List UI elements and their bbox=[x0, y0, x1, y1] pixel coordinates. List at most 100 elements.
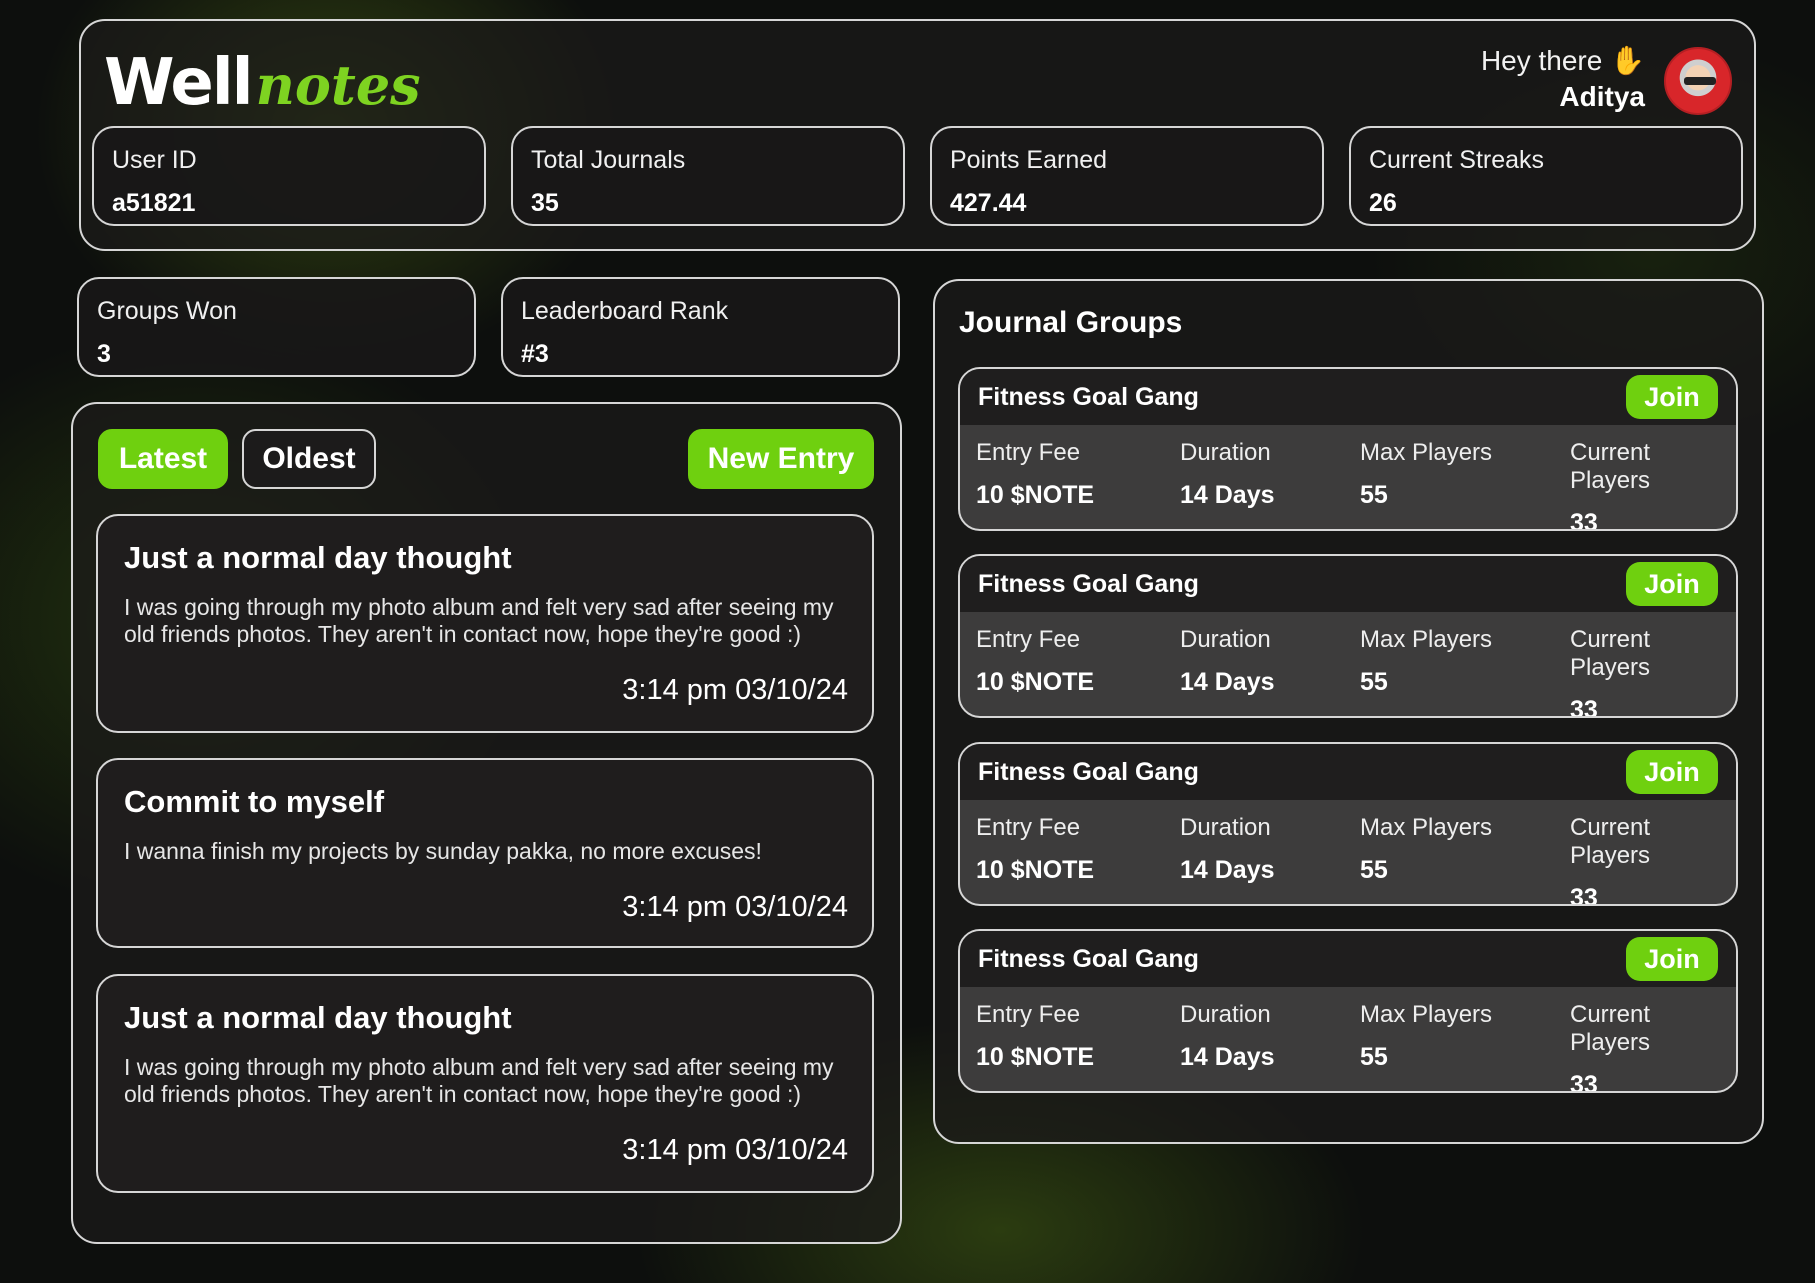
current-players-column: Current Players 33 bbox=[1570, 814, 1736, 906]
max-players-column: Max Players 55 bbox=[1360, 626, 1492, 697]
user-greeting: Hey there ✋ Aditya bbox=[1481, 44, 1645, 113]
group-name: Fitness Goal Gang bbox=[978, 382, 1199, 411]
column-label: Entry Fee bbox=[976, 814, 1081, 841]
entry-title: Just a normal day thought bbox=[124, 1000, 512, 1035]
join-button[interactable]: Join bbox=[1626, 562, 1718, 606]
stat-card-points-earned: Points Earned 427.44 bbox=[930, 126, 1324, 226]
current-players-value: 33 bbox=[1570, 1071, 1598, 1093]
journal-entry[interactable]: Just a normal day thought I was going th… bbox=[96, 974, 874, 1193]
entry-fee-value: 10 $NOTE bbox=[976, 668, 1095, 696]
max-players-value: 55 bbox=[1360, 481, 1388, 509]
entry-fee-value: 10 $NOTE bbox=[976, 1043, 1095, 1071]
tab-latest[interactable]: Latest bbox=[98, 429, 228, 489]
column-label: Current Players bbox=[1570, 1001, 1651, 1056]
entry-title: Commit to myself bbox=[124, 784, 385, 819]
tab-oldest[interactable]: Oldest bbox=[242, 429, 376, 489]
group-name: Fitness Goal Gang bbox=[978, 569, 1199, 598]
entry-fee-value: 10 $NOTE bbox=[976, 481, 1095, 509]
logo-secondary-text: notes bbox=[255, 53, 421, 117]
stat-label: User ID bbox=[112, 146, 197, 174]
stat-card-user-id: User ID a51821 bbox=[92, 126, 486, 226]
stat-value: 35 bbox=[531, 189, 559, 217]
entry-timestamp: 3:14 pm 03/10/24 bbox=[622, 891, 848, 923]
column-label: Entry Fee bbox=[976, 439, 1081, 466]
current-players-column: Current Players 33 bbox=[1570, 626, 1736, 718]
entry-title: Just a normal day thought bbox=[124, 540, 512, 575]
column-label: Current Players bbox=[1570, 814, 1651, 869]
stat-label: Current Streaks bbox=[1369, 146, 1545, 174]
column-label: Entry Fee bbox=[976, 1001, 1081, 1028]
max-players-value: 55 bbox=[1360, 856, 1388, 884]
group-card: Fitness Goal Gang Join Entry Fee 10 $NOTE… bbox=[958, 929, 1738, 1093]
app-logo[interactable]: Well notes bbox=[104, 46, 421, 120]
group-details: Entry Fee 10 $NOTE Duration 14 Days Max Pl… bbox=[960, 987, 1736, 1093]
waving-hand-icon: ✋ bbox=[1610, 45, 1645, 76]
max-players-value: 55 bbox=[1360, 668, 1388, 696]
join-button[interactable]: Join bbox=[1626, 375, 1718, 419]
entry-fee-column: Entry Fee 10 $NOTE bbox=[976, 439, 1094, 510]
user-name: Aditya bbox=[1559, 81, 1645, 112]
join-button[interactable]: Join bbox=[1626, 750, 1718, 794]
stat-value: #3 bbox=[521, 340, 549, 368]
entry-fee-column: Entry Fee 10 $NOTE bbox=[976, 814, 1094, 885]
stat-card-total-journals: Total Journals 35 bbox=[511, 126, 905, 226]
stat-label: Groups Won bbox=[97, 297, 237, 325]
group-card-header: Fitness Goal Gang Join bbox=[960, 744, 1736, 800]
column-label: Max Players bbox=[1360, 814, 1493, 841]
column-label: Duration bbox=[1180, 626, 1271, 653]
duration-value: 14 Days bbox=[1180, 1043, 1275, 1071]
group-details: Entry Fee 10 $NOTE Duration 14 Days Max Pl… bbox=[960, 800, 1736, 906]
logo-primary-text: Well bbox=[104, 46, 254, 120]
max-players-column: Max Players 55 bbox=[1360, 1001, 1492, 1072]
avatar-glasses bbox=[1684, 77, 1716, 85]
stat-card-current-streaks: Current Streaks 26 bbox=[1349, 126, 1743, 226]
max-players-value: 55 bbox=[1360, 1043, 1388, 1071]
journal-entry[interactable]: Commit to myself I wanna finish my proje… bbox=[96, 758, 874, 948]
entry-fee-column: Entry Fee 10 $NOTE bbox=[976, 1001, 1094, 1072]
stat-card-leaderboard-rank: Leaderboard Rank #3 bbox=[501, 277, 900, 377]
group-details: Entry Fee 10 $NOTE Duration 14 Days Max Pl… bbox=[960, 612, 1736, 718]
max-players-column: Max Players 55 bbox=[1360, 439, 1492, 510]
stat-card-groups-won: Groups Won 3 bbox=[77, 277, 476, 377]
stat-value: 427.44 bbox=[950, 189, 1027, 217]
column-label: Duration bbox=[1180, 814, 1271, 841]
column-label: Duration bbox=[1180, 1001, 1271, 1028]
journal-groups-title: Journal Groups bbox=[959, 306, 1183, 339]
entry-fee-column: Entry Fee 10 $NOTE bbox=[976, 626, 1094, 697]
current-players-column: Current Players 33 bbox=[1570, 439, 1736, 529]
stat-value: 26 bbox=[1369, 189, 1397, 217]
group-name: Fitness Goal Gang bbox=[978, 757, 1199, 786]
current-players-value: 33 bbox=[1570, 696, 1598, 718]
stat-label: Total Journals bbox=[531, 146, 686, 174]
duration-value: 14 Days bbox=[1180, 481, 1275, 509]
column-label: Duration bbox=[1180, 439, 1271, 466]
stat-value: a51821 bbox=[112, 189, 196, 217]
max-players-column: Max Players 55 bbox=[1360, 814, 1492, 885]
group-card: Fitness Goal Gang Join Entry Fee 10 $NOTE… bbox=[958, 742, 1738, 906]
entry-fee-value: 10 $NOTE bbox=[976, 856, 1095, 884]
current-players-value: 33 bbox=[1570, 884, 1598, 906]
column-label: Current Players bbox=[1570, 626, 1651, 681]
group-details: Entry Fee 10 $NOTE Duration 14 Days Max Pl… bbox=[960, 425, 1736, 529]
group-name: Fitness Goal Gang bbox=[978, 944, 1199, 973]
journal-entry[interactable]: Just a normal day thought I was going th… bbox=[96, 514, 874, 733]
entry-body: I was going through my photo album and f… bbox=[124, 1054, 834, 1107]
column-label: Max Players bbox=[1360, 626, 1493, 653]
duration-column: Duration 14 Days bbox=[1180, 626, 1275, 697]
entry-body: I wanna finish my projects by sunday pak… bbox=[124, 838, 762, 864]
join-button[interactable]: Join bbox=[1626, 937, 1718, 981]
stat-label: Points Earned bbox=[950, 146, 1108, 174]
entry-timestamp: 3:14 pm 03/10/24 bbox=[622, 1134, 848, 1166]
duration-column: Duration 14 Days bbox=[1180, 1001, 1275, 1072]
duration-column: Duration 14 Days bbox=[1180, 814, 1275, 885]
group-card-header: Fitness Goal Gang Join bbox=[960, 369, 1736, 425]
duration-value: 14 Days bbox=[1180, 668, 1275, 696]
new-entry-button[interactable]: New Entry bbox=[688, 429, 874, 489]
avatar[interactable] bbox=[1664, 47, 1732, 115]
group-card-header: Fitness Goal Gang Join bbox=[960, 556, 1736, 612]
duration-column: Duration 14 Days bbox=[1180, 439, 1275, 510]
column-label: Current Players bbox=[1570, 439, 1651, 494]
current-players-column: Current Players 33 bbox=[1570, 1001, 1736, 1093]
greeting-text: Hey there bbox=[1480, 45, 1603, 76]
group-card: Fitness Goal Gang Join Entry Fee 10 $NOTE… bbox=[958, 554, 1738, 718]
